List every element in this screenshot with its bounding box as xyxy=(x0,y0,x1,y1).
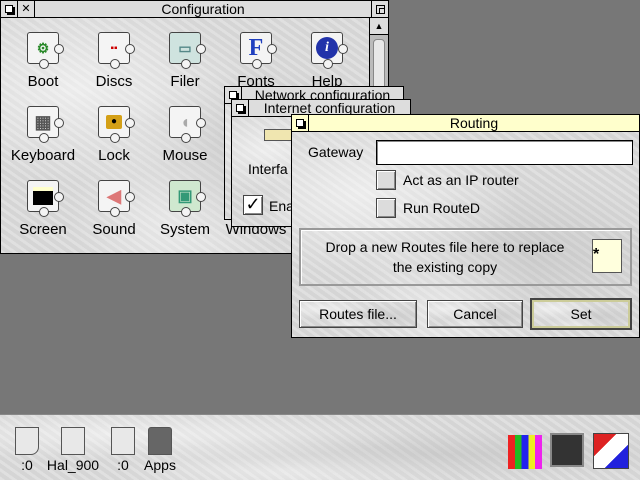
routes-file-button[interactable]: Routes file... xyxy=(299,300,417,328)
enable-checkbox[interactable]: ✓ xyxy=(243,195,263,215)
back-icon[interactable] xyxy=(232,100,249,116)
config-item-lock[interactable]: ● Lock xyxy=(77,106,151,176)
configuration-titlebar[interactable]: ✕ Configuration xyxy=(1,1,388,18)
keyboard-icon: ▦ xyxy=(27,106,64,143)
interfaces-label: Interfa xyxy=(248,161,288,177)
gateway-label: Gateway xyxy=(308,144,364,160)
fonts-icon: F xyxy=(240,32,277,69)
palette-icon[interactable] xyxy=(508,435,542,469)
system-icon: ▣ xyxy=(169,180,206,217)
task-display-icon[interactable] xyxy=(550,433,584,467)
interfaces-icon xyxy=(264,129,294,141)
back-icon[interactable] xyxy=(1,1,18,17)
switcher-icon[interactable] xyxy=(593,433,629,469)
filer-icon: ▭ xyxy=(169,32,206,69)
discs-icon: ▪▪ xyxy=(98,32,135,69)
screen-icon xyxy=(27,180,64,217)
ip-router-label: Act as an IP router xyxy=(403,172,519,188)
cancel-button[interactable]: Cancel xyxy=(427,300,523,328)
config-item-filer[interactable]: ▭ Filer xyxy=(148,32,222,102)
mouse-icon: ◖ xyxy=(169,106,206,143)
config-item-mouse[interactable]: ◖ Mouse xyxy=(148,106,222,176)
routed-checkbox[interactable] xyxy=(376,198,396,218)
cd-drive-icon xyxy=(15,427,39,455)
iconbar-apps[interactable]: Apps xyxy=(135,415,185,475)
config-item-keyboard[interactable]: ▦ Keyboard xyxy=(6,106,80,176)
routing-titlebar[interactable]: Routing xyxy=(292,115,639,132)
routes-file-icon: * xyxy=(592,239,622,273)
configuration-title: Configuration xyxy=(161,1,245,17)
apps-folder-icon xyxy=(148,427,172,455)
routes-drop-zone[interactable]: Drop a new Routes file here to replace t… xyxy=(299,228,632,286)
config-item-sound[interactable]: ◀ Sound xyxy=(77,180,151,250)
gateway-input[interactable] xyxy=(376,140,633,165)
routing-window: Routing Gateway Act as an IP router Run … xyxy=(291,114,640,338)
icon-bar: :0 Hal_900 :0 Apps xyxy=(0,414,640,480)
iconbar-label: Apps xyxy=(144,457,176,473)
boot-icon: ⚙ xyxy=(27,32,64,69)
drop-text-line1: Drop a new Routes file here to replace xyxy=(325,239,565,255)
routing-body: Gateway Act as an IP router Run RouteD D… xyxy=(292,132,639,337)
back-icon[interactable] xyxy=(292,115,309,131)
config-item-discs[interactable]: ▪▪ Discs xyxy=(77,32,151,102)
help-icon: i xyxy=(311,32,348,69)
ip-router-checkbox[interactable] xyxy=(376,170,396,190)
drop-text-line2: the existing copy xyxy=(392,259,498,275)
set-button[interactable]: Set xyxy=(530,298,632,330)
toggle-size-icon[interactable] xyxy=(371,1,388,17)
config-item-system[interactable]: ▣ System xyxy=(148,180,222,250)
scroll-up-icon[interactable]: ▲ xyxy=(370,18,388,35)
routed-label: Run RouteD xyxy=(403,200,481,216)
close-icon[interactable]: ✕ xyxy=(18,1,35,17)
sound-icon: ◀ xyxy=(98,180,135,217)
routing-title: Routing xyxy=(449,115,499,131)
lock-icon: ● xyxy=(98,106,135,143)
config-item-boot[interactable]: ⚙ Boot xyxy=(6,32,80,102)
config-item-screen[interactable]: Screen xyxy=(6,180,80,250)
config-item-label: Mouse xyxy=(162,147,208,164)
hard-disc-icon xyxy=(61,427,85,455)
floppy-drive-icon xyxy=(111,427,135,455)
